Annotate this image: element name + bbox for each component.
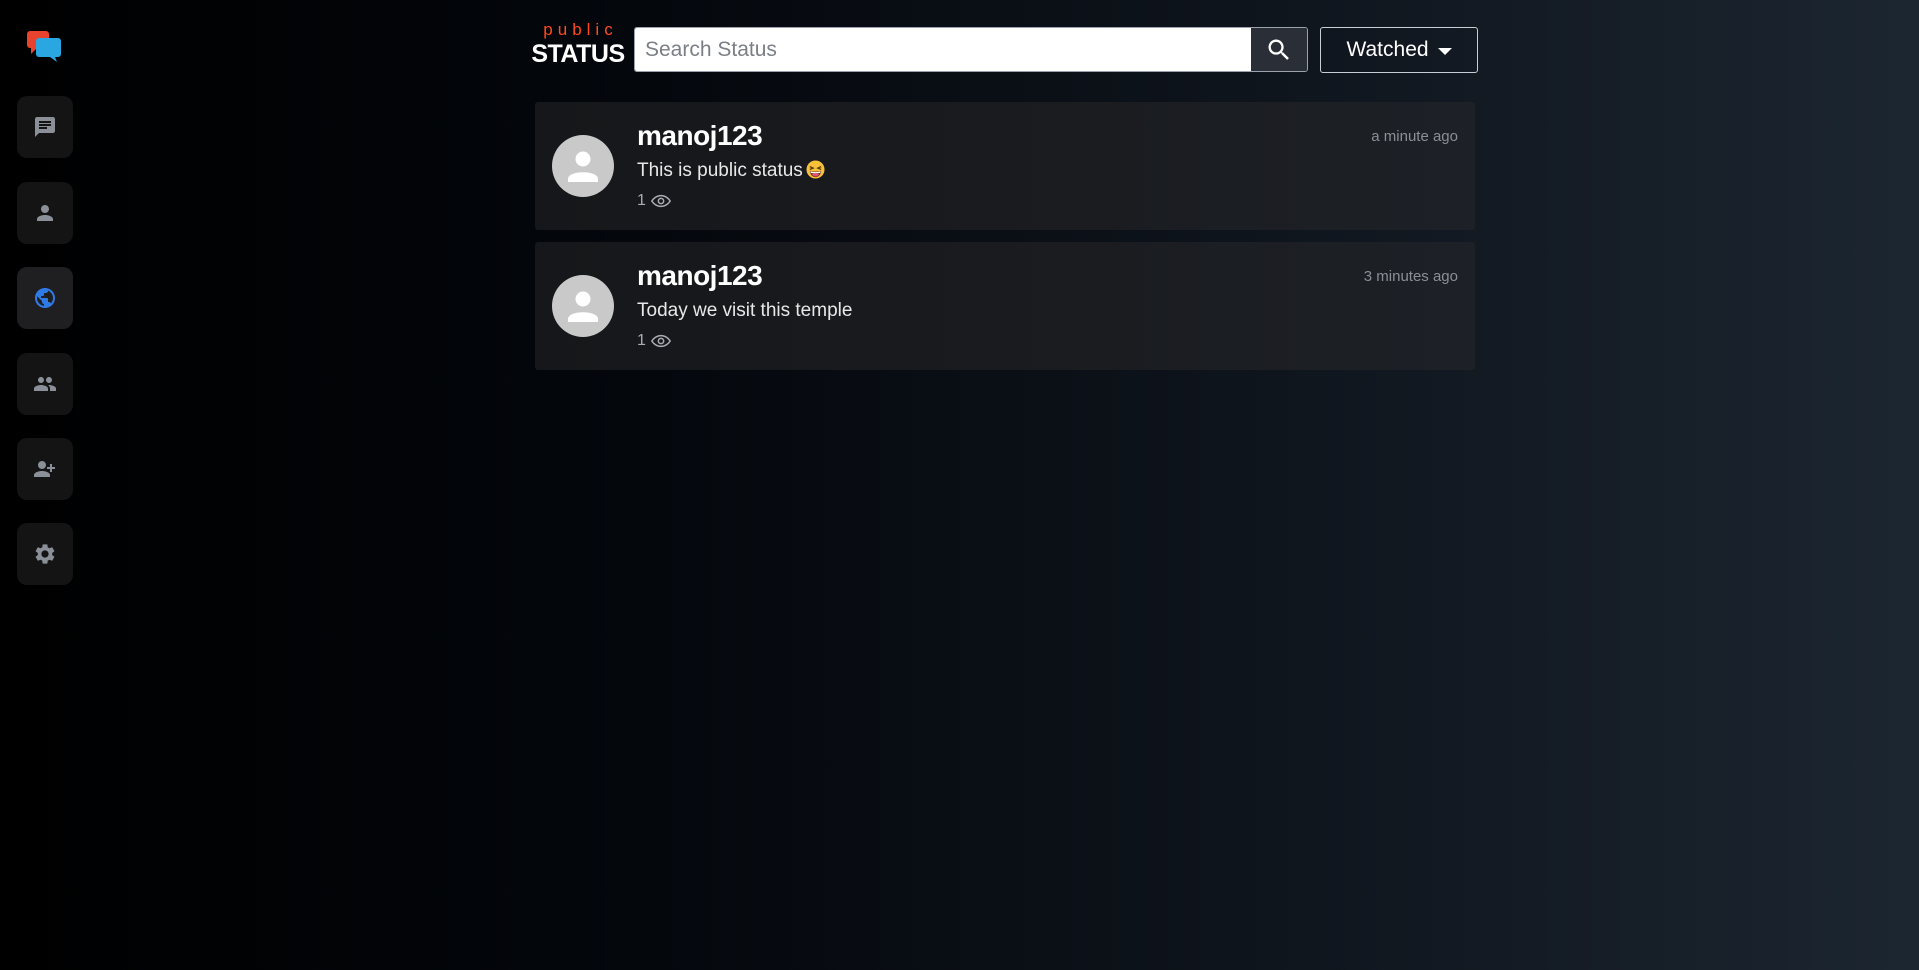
brand-top-text: public xyxy=(543,20,618,39)
status-username[interactable]: manoj123 xyxy=(637,260,763,292)
status-text-content: This is public status xyxy=(637,160,803,181)
default-user-icon xyxy=(568,151,598,182)
eye-icon xyxy=(650,334,671,348)
globe-icon xyxy=(35,288,55,308)
sidebar-item-profile[interactable] xyxy=(17,182,73,244)
avatar[interactable] xyxy=(552,275,614,337)
group-icon xyxy=(34,377,56,391)
status-username[interactable]: manoj123 xyxy=(637,120,763,152)
status-timestamp: 3 minutes ago xyxy=(1363,268,1458,285)
sidebar-item-public-status[interactable] xyxy=(17,267,73,329)
view-count[interactable]: 1 xyxy=(637,192,671,210)
status-timestamp: a minute ago xyxy=(1371,128,1458,145)
brand-logo: public STATUS xyxy=(528,20,628,68)
sidebar xyxy=(0,0,90,970)
chat-bubbles-logo-icon[interactable] xyxy=(27,31,63,63)
brand-bottom-text: STATUS xyxy=(531,40,625,68)
person-icon xyxy=(37,205,53,221)
filter-dropdown-label: Watched xyxy=(1346,38,1429,61)
search-input[interactable] xyxy=(635,28,1251,71)
view-count-number: 1 xyxy=(637,332,646,349)
view-count[interactable]: 1 xyxy=(637,332,671,350)
status-card[interactable]: manoj123 This is public status 1 a minut… xyxy=(535,102,1475,230)
sidebar-item-add-friend[interactable] xyxy=(17,438,73,500)
sidebar-item-settings[interactable] xyxy=(17,523,73,585)
message-icon xyxy=(35,117,55,137)
search-icon xyxy=(1268,39,1289,60)
status-text: Today we visit this temple xyxy=(637,300,853,321)
grinning-squinting-face-icon xyxy=(806,160,825,179)
sidebar-item-messages[interactable] xyxy=(17,96,73,158)
status-text: This is public status xyxy=(637,160,825,182)
gear-icon xyxy=(35,544,55,564)
status-card[interactable]: manoj123 Today we visit this temple 1 3 … xyxy=(535,242,1475,370)
avatar[interactable] xyxy=(552,135,614,197)
caret-down-icon xyxy=(1437,48,1452,55)
sidebar-item-friends[interactable] xyxy=(17,353,73,415)
search-button[interactable] xyxy=(1251,28,1307,71)
search-bar xyxy=(634,27,1308,72)
default-user-icon xyxy=(568,291,598,322)
filter-dropdown[interactable]: Watched xyxy=(1320,27,1478,73)
person-add-icon xyxy=(34,461,55,477)
eye-icon xyxy=(650,194,671,208)
view-count-number: 1 xyxy=(637,192,646,209)
